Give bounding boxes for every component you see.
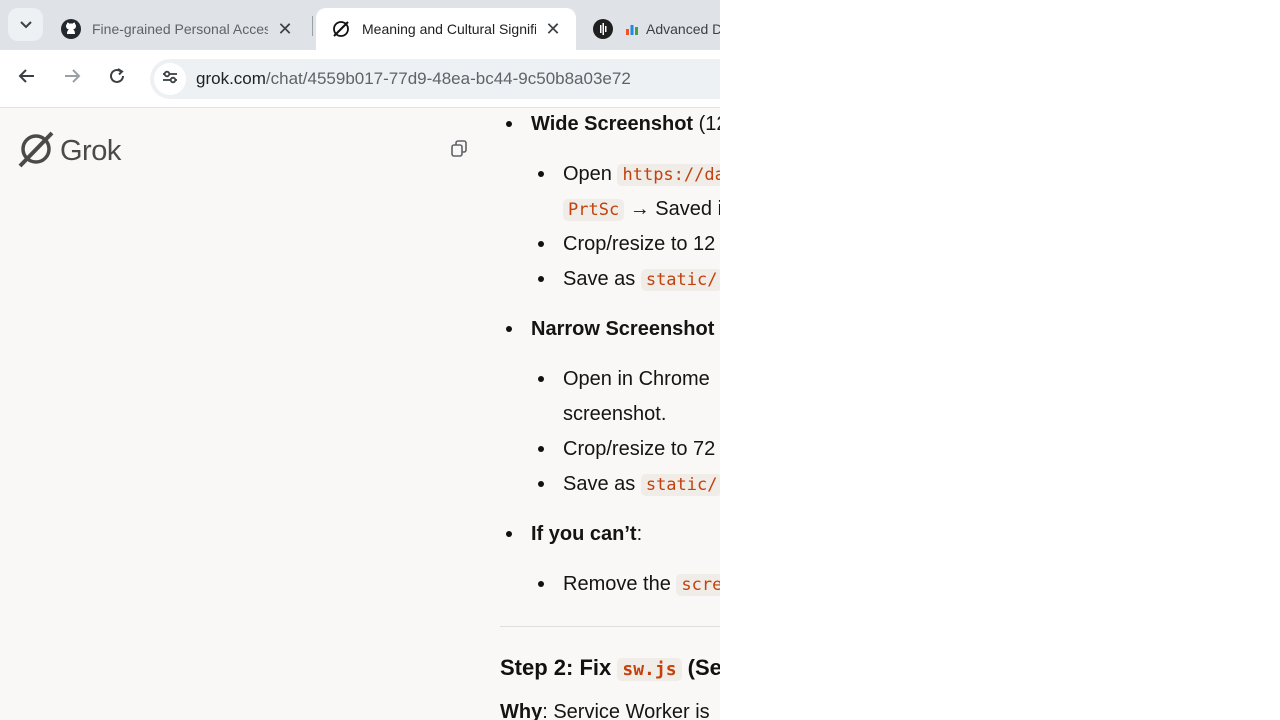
url-text[interactable]: grok.com/chat/4559b017-77d9-48ea-bc44-9c… xyxy=(196,69,631,89)
tab-search-button[interactable] xyxy=(8,8,43,41)
bullet xyxy=(538,581,544,587)
github-icon xyxy=(60,18,82,40)
reload-button[interactable] xyxy=(101,62,133,94)
address-bar[interactable]: grok.com/chat/4559b017-77d9-48ea-bc44-9c… xyxy=(150,59,720,99)
list-item: Narrow Screenshot xyxy=(531,314,714,344)
url-path: /chat/4559b017-77d9-48ea-bc44-9c50b8a03e… xyxy=(265,69,631,88)
save-prefix: Save as xyxy=(563,473,641,495)
back-button[interactable] xyxy=(11,62,43,94)
tab-github-tokens[interactable]: Fine-grained Personal Access Tokens ✕ xyxy=(46,8,308,50)
copy-button[interactable] xyxy=(447,138,471,162)
bullet xyxy=(538,481,544,487)
list-item-continued: PrtSc → Saved i xyxy=(563,194,720,225)
step-suffix: (Ser xyxy=(687,655,720,680)
list-item-continued: screenshot. xyxy=(563,399,666,429)
tab-title: Advanced D xyxy=(646,21,720,37)
list-item: Wide Screenshot (12 xyxy=(531,109,720,139)
inline-code: PrtSc xyxy=(563,199,625,221)
chart-icon xyxy=(624,18,640,40)
list-item: Save as static/ xyxy=(563,469,720,500)
tab-meaning-cultural[interactable]: Meaning and Cultural Significance ✕ xyxy=(316,8,576,50)
cant-label: If you can’t xyxy=(531,523,637,545)
grok-icon xyxy=(330,18,352,40)
save-prefix: Save as xyxy=(563,268,641,290)
why-label: Why xyxy=(500,701,543,720)
tab-advanced[interactable]: Advanced D xyxy=(578,8,720,50)
logo-text: Grok xyxy=(60,135,121,167)
inline-code: sw.js xyxy=(617,658,682,681)
chevron-down-icon xyxy=(19,16,32,34)
bullet xyxy=(506,121,512,127)
tune-icon xyxy=(161,68,179,91)
divider xyxy=(500,626,720,627)
paragraph: Why: Service Worker is xyxy=(500,697,710,720)
list-item: Save as static/ xyxy=(563,264,720,295)
forward-button[interactable] xyxy=(56,62,88,94)
reload-icon xyxy=(108,67,126,90)
list-item: Crop/resize to 72 xyxy=(563,434,715,464)
list-item: Crop/resize to 12 xyxy=(563,229,715,259)
url-domain: grok.com xyxy=(196,69,266,88)
grok-logo[interactable]: Grok xyxy=(16,130,121,173)
remove-prefix: Remove the xyxy=(563,573,677,595)
narrow-label: Narrow Screenshot xyxy=(531,318,715,340)
list-item: Open https://da xyxy=(563,159,720,190)
wide-suffix: (12 xyxy=(698,113,720,135)
bullet xyxy=(538,276,544,282)
grok-logo-icon xyxy=(16,130,56,173)
cant-colon: : xyxy=(636,523,643,545)
step-prefix: Step 2: Fix xyxy=(500,655,618,680)
page-content: Grok Wide Screenshot (12 Open https://da… xyxy=(0,108,720,720)
inline-code: static/ xyxy=(640,269,720,291)
browser-toolbar: grok.com/chat/4559b017-77d9-48ea-bc44-9c… xyxy=(0,50,720,108)
open-prefix: Open xyxy=(563,163,618,185)
bullet xyxy=(538,376,544,382)
browser-window: Fine-grained Personal Access Tokens ✕ Me… xyxy=(0,0,720,720)
list-item: Remove the scre xyxy=(563,569,720,600)
bullet xyxy=(538,446,544,452)
crop-text: Crop/resize to 72 xyxy=(563,438,716,460)
close-icon[interactable]: ✕ xyxy=(276,19,294,39)
tab-title: Meaning and Cultural Significance xyxy=(362,21,536,37)
bullet xyxy=(506,326,512,332)
bullet xyxy=(538,171,544,177)
list-item: Open in Chrome xyxy=(563,364,710,394)
list-item: If you can’t: xyxy=(531,519,642,549)
why-text: : Service Worker is xyxy=(542,701,710,720)
arrow-right-icon xyxy=(63,67,81,90)
screenshot-text: screenshot. xyxy=(563,403,667,425)
perplexity-icon xyxy=(592,18,614,40)
tab-title: Fine-grained Personal Access Tokens xyxy=(92,21,268,37)
tab-separator xyxy=(312,16,313,36)
inline-code: scre xyxy=(676,574,720,596)
saved-text: → Saved i xyxy=(624,198,720,220)
inline-code: static/ xyxy=(640,474,720,496)
tab-strip: Fine-grained Personal Access Tokens ✕ Me… xyxy=(0,0,720,50)
crop-text: Crop/resize to 12 xyxy=(563,233,716,255)
bullet xyxy=(506,531,512,537)
close-icon[interactable]: ✕ xyxy=(544,19,562,39)
wide-label: Wide Screenshot xyxy=(531,113,694,135)
inline-code: https://da xyxy=(617,164,720,186)
site-info-button[interactable] xyxy=(154,63,186,95)
bullet xyxy=(538,241,544,247)
open-in-chrome-text: Open in Chrome xyxy=(563,368,710,390)
copy-icon xyxy=(450,139,468,162)
step-heading: Step 2: Fix sw.js (Ser xyxy=(500,653,720,685)
arrow-left-icon xyxy=(18,67,36,90)
